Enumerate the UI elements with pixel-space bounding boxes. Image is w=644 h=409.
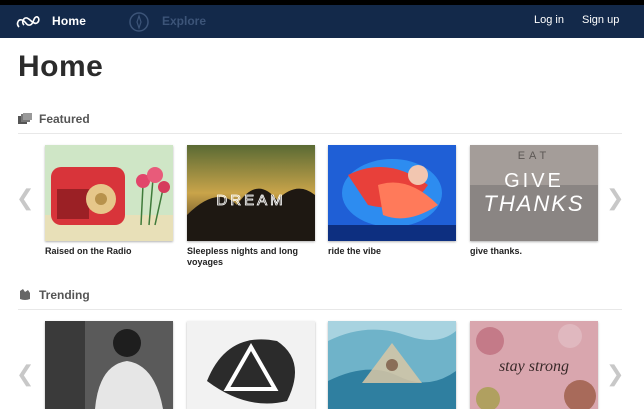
nav-home-link[interactable]: Home <box>52 14 86 28</box>
nav-explore-link[interactable]: Explore <box>162 14 206 28</box>
featured-card[interactable]: EAT GIVE THANKS give thanks. <box>470 145 598 257</box>
featured-card[interactable]: DREAM Sleepless nights and long voyages <box>187 145 315 268</box>
trending-icon <box>20 289 30 300</box>
eat-overlay-text: EAT <box>518 150 551 162</box>
featured-card[interactable]: ride the vibe <box>328 145 456 257</box>
sea-image <box>328 321 456 409</box>
stay-strong-overlay-text: stay strong <box>499 358 569 375</box>
thanks-overlay-text: THANKS <box>483 191 584 216</box>
dream-overlay-text: DREAM <box>216 192 285 209</box>
logo-icon[interactable] <box>16 13 40 30</box>
stay-strong-image: stay strong <box>470 321 598 409</box>
give-thanks-image: EAT GIVE THANKS <box>470 145 598 241</box>
card-thumbnail[interactable] <box>45 321 173 409</box>
vibe-image <box>328 145 456 241</box>
trending-prev-arrow[interactable]: ❮ <box>16 362 34 387</box>
featured-next-arrow[interactable]: ❯ <box>606 186 624 211</box>
card-thumbnail[interactable]: DREAM <box>187 145 315 241</box>
featured-label: Featured <box>39 112 90 126</box>
dream-image: DREAM <box>187 145 315 241</box>
card-title[interactable]: Raised on the Radio <box>45 246 173 257</box>
person-bw-image <box>45 321 173 409</box>
card-thumbnail[interactable]: stay strong <box>470 321 598 409</box>
featured-prev-arrow[interactable]: ❮ <box>16 186 34 211</box>
trending-card[interactable] <box>45 321 173 409</box>
card-thumbnail[interactable] <box>45 145 173 241</box>
triangle-image <box>187 321 315 409</box>
card-thumbnail[interactable] <box>328 321 456 409</box>
trending-section-header: Trending <box>18 287 90 303</box>
stack-icon <box>18 113 32 124</box>
featured-card[interactable]: Raised on the Radio <box>45 145 173 257</box>
page-title: Home <box>18 50 104 83</box>
card-title[interactable]: ride the vibe <box>328 246 456 257</box>
trending-card[interactable] <box>328 321 456 409</box>
section-divider <box>18 309 622 310</box>
trending-card[interactable]: stay strong <box>470 321 598 409</box>
login-link[interactable]: Log in <box>534 14 564 26</box>
trending-label: Trending <box>39 288 90 302</box>
compass-icon[interactable] <box>128 11 150 33</box>
section-divider <box>18 133 622 134</box>
trending-card[interactable] <box>187 321 315 409</box>
radio-image <box>45 145 173 241</box>
card-title[interactable]: give thanks. <box>470 246 598 257</box>
give-overlay-text: GIVE <box>504 170 564 192</box>
card-thumbnail[interactable]: EAT GIVE THANKS <box>470 145 598 241</box>
top-navbar: Home Explore Log in Sign up <box>0 5 644 38</box>
signup-link[interactable]: Sign up <box>582 14 619 26</box>
trending-next-arrow[interactable]: ❯ <box>606 362 624 387</box>
card-title[interactable]: Sleepless nights and long voyages <box>187 246 315 268</box>
card-thumbnail[interactable] <box>328 145 456 241</box>
featured-section-header: Featured <box>18 111 90 127</box>
card-thumbnail[interactable] <box>187 321 315 409</box>
